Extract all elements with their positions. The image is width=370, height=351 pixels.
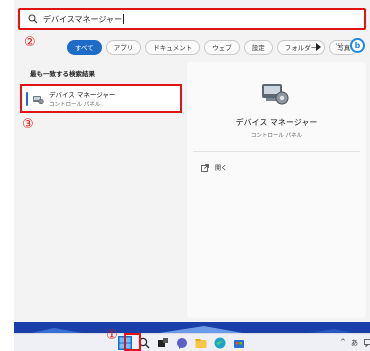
best-match-heading: 最も一致する検索結果 [30,70,95,78]
store-icon[interactable] [233,337,245,349]
best-match-result[interactable]: デバイス マネージャー コントロール パネル [20,84,182,113]
bing-icon[interactable]: b [350,38,365,53]
detail-pane: デバイス マネージャー コントロール パネル 開く [187,62,366,318]
file-explorer-icon[interactable] [195,337,207,349]
text-caret [122,14,124,24]
detail-subtitle: コントロール パネル [250,133,303,139]
search-query-text: デバイスマネージャー [43,14,122,24]
divider [193,151,360,152]
annotation-marker-1: ① [106,328,118,343]
more-filters-arrow-icon[interactable] [316,43,321,51]
search-input[interactable]: デバイスマネージャー [18,8,366,30]
show-hidden-icons-button[interactable]: ^ [340,338,346,346]
device-manager-large-icon [262,84,289,105]
tab-all[interactable]: すべて [67,39,102,55]
task-view-icon[interactable] [157,337,169,349]
wallpaper-pattern [31,326,352,333]
open-icon [201,163,209,172]
detail-title: デバイス マネージャー [235,118,318,127]
tab-web[interactable]: ウェブ [204,39,240,55]
more-options-button[interactable]: ··· [335,40,343,49]
tab-settings[interactable]: 設定 [243,39,273,55]
chat-icon[interactable] [176,337,188,349]
selection-indicator [26,91,28,106]
notification-icon[interactable] [364,339,370,347]
desktop-wallpaper [14,322,370,333]
device-manager-icon [33,95,44,104]
annotation-marker-2: ② [24,35,36,50]
tab-apps[interactable]: アプリ [105,39,142,55]
result-subtitle: コントロール パネル [49,102,101,108]
ime-indicator[interactable]: あ [351,338,358,348]
start-button-highlight [124,333,141,351]
result-name: デバイス マネージャー [49,91,116,99]
open-action[interactable]: 開く [201,163,227,172]
annotation-marker-3: ③ [22,117,34,132]
search-icon [28,14,38,24]
tab-documents[interactable]: ドキュメント [145,39,201,55]
taskbar: ^ あ [14,333,370,351]
edge-icon[interactable] [214,337,226,349]
filter-tabs: すべて アプリ ドキュメント ウェブ 設定 フォルダー 写真 [67,39,359,55]
open-label: 開く [215,165,228,172]
